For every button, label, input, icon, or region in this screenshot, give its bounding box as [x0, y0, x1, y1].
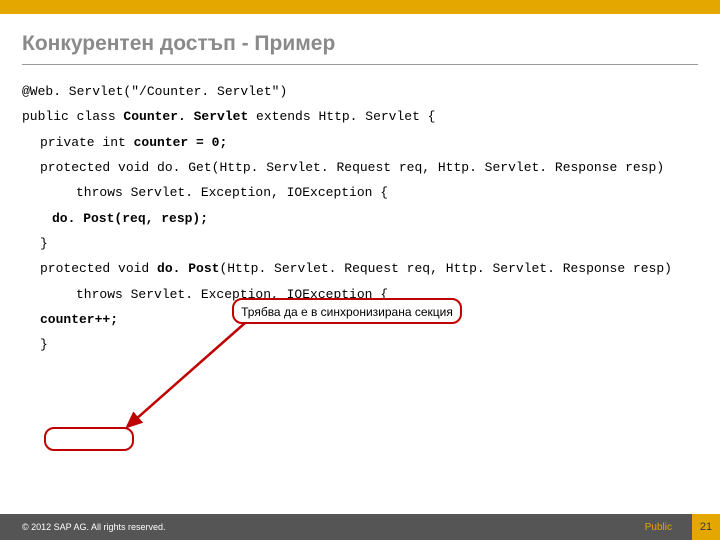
code-text-bold: counter = 0;: [134, 135, 228, 150]
title-divider: [22, 64, 698, 65]
code-text: protected void: [40, 261, 157, 276]
code-text: throws: [76, 185, 131, 200]
code-line: private int counter = 0;: [22, 130, 698, 155]
annotation-callout: Трябва да е в синхронизирана секция: [232, 298, 462, 324]
code-text: do. Get(Http. Servlet. Request req, Http…: [157, 160, 664, 175]
code-text: Servlet. Exception, IOException {: [131, 185, 388, 200]
code-line: public class Counter. Servlet extends Ht…: [22, 104, 698, 129]
code-text: Http. Servlet {: [318, 109, 435, 124]
code-text-bold: do. Post(req, resp);: [52, 211, 208, 226]
code-line: }: [22, 231, 698, 256]
slide-title: Конкурентен достъп - Пример: [22, 32, 720, 56]
code-text: extends: [256, 109, 318, 124]
code-text-bold: do. Post: [157, 261, 219, 276]
top-accent-bar: [0, 0, 720, 14]
code-line: throws Servlet. Exception, IOException {: [22, 180, 698, 205]
code-text-bold: Counter. Servlet: [123, 109, 256, 124]
footer-copyright: © 2012 SAP AG. All rights reserved.: [22, 522, 645, 532]
code-text-bold: counter++;: [40, 312, 118, 327]
code-text: @Web. Servlet("/Counter. Servlet"): [22, 84, 287, 99]
code-text: }: [40, 236, 48, 251]
footer-bar: © 2012 SAP AG. All rights reserved. Publ…: [0, 514, 720, 540]
code-line: protected void do. Get(Http. Servlet. Re…: [22, 155, 698, 180]
code-text: }: [40, 337, 48, 352]
highlight-rect: [44, 427, 134, 451]
code-text: throws: [76, 287, 131, 302]
code-text: private int: [40, 135, 134, 150]
code-text: public class: [22, 109, 123, 124]
code-text: protected void: [40, 160, 157, 175]
code-text: (Http. Servlet. Request req, Http. Servl…: [219, 261, 671, 276]
code-line: }: [22, 332, 698, 357]
code-line: do. Post(req, resp);: [22, 206, 698, 231]
code-line: protected void do. Post(Http. Servlet. R…: [22, 256, 698, 281]
callout-text: Трябва да е в синхронизирана секция: [241, 305, 453, 319]
code-block: @Web. Servlet("/Counter. Servlet") publi…: [22, 79, 698, 358]
code-line: @Web. Servlet("/Counter. Servlet"): [22, 79, 698, 104]
footer-page-number: 21: [692, 514, 720, 540]
footer-label: Public: [645, 522, 672, 533]
